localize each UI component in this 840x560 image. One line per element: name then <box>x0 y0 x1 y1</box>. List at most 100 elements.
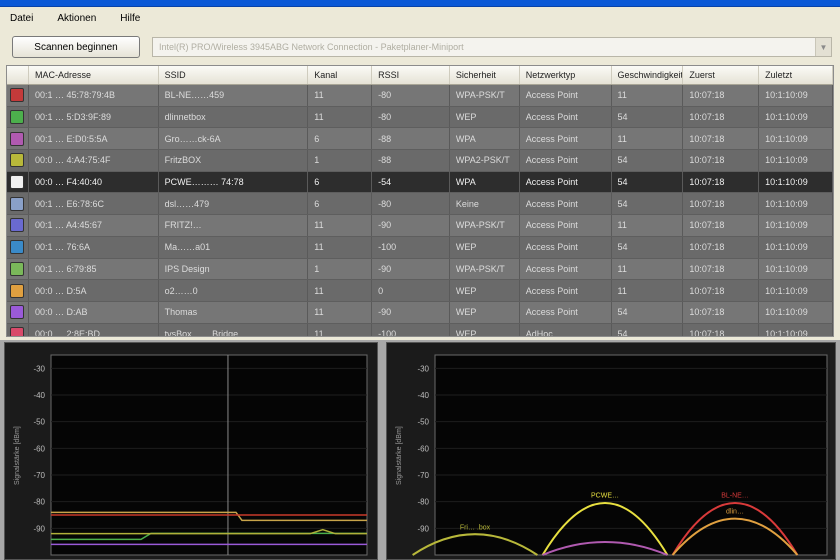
cell-security: WPA-PSK/T <box>450 85 520 106</box>
table-row[interactable]: 00:1 … A4:45:67 FRITZ!… 11 -90 WPA-PSK/T Acce… <box>7 215 833 237</box>
cell-network-type: Access Point <box>520 171 612 193</box>
window-titlebar <box>0 0 840 7</box>
start-scan-button[interactable]: Scannen beginnen <box>12 36 140 58</box>
table-row[interactable]: 00:1 … 76:6A Ma……a01 11 -100 WEP Access Point… <box>7 236 833 259</box>
chevron-down-icon[interactable]: ▼ <box>815 38 831 56</box>
header-security[interactable]: Sicherheit <box>450 66 520 84</box>
cell-security: WEP <box>450 280 520 301</box>
table-row[interactable]: 00:1 … 6:79:85 IPS Design 1 -90 WPA-PSK/T Acc… <box>7 258 833 281</box>
cell-ssid: Thomas <box>159 301 309 323</box>
header-ssid[interactable]: SSID <box>159 66 309 84</box>
table-row[interactable]: 00:0 … D:AB Thomas 11 -90 WEP Access Point 54 1… <box>7 301 833 324</box>
y-tick-label: -40 <box>417 391 429 400</box>
cell-rssi: -54 <box>372 171 450 193</box>
cell-last-seen: 10:1:10:09 <box>759 323 833 336</box>
cell-speed: 11 <box>612 258 684 280</box>
menu-help[interactable]: Hilfe <box>120 13 140 24</box>
network-color-icon <box>10 88 24 103</box>
cell-rssi: -80 <box>372 106 450 128</box>
cell-network-type: Access Point <box>520 128 612 150</box>
table-row[interactable]: 00:0 … 2:8E:BD tvsBox…… Bridge 11 -100 WEP Ad… <box>7 323 833 336</box>
cell-security: WPA-PSK/T <box>450 215 520 236</box>
network-label: Fri… .box <box>460 525 491 532</box>
header-last-seen[interactable]: Zuletzt <box>759 66 833 84</box>
cell-mac: 00:1 … 5:D3:9F:89 <box>29 106 159 128</box>
header-channel[interactable]: Kanal <box>308 66 373 84</box>
cell-network-type: Access Point <box>520 236 612 258</box>
adapter-select-value: Intel(R) PRO/Wireless 3945ABG Network Co… <box>159 42 464 52</box>
cell-speed: 11 <box>612 85 684 106</box>
cell-last-seen: 10:1:10:09 <box>759 106 833 128</box>
cell-speed: 54 <box>612 236 684 258</box>
header-first-seen[interactable]: Zuerst <box>683 66 760 84</box>
cell-first-seen: 10:07:18 <box>683 193 760 215</box>
cell-network-type: Access Point <box>520 215 612 236</box>
cell-speed: 54 <box>612 171 684 193</box>
cell-speed: 54 <box>612 323 684 336</box>
row-color-cell <box>7 236 29 258</box>
header-color-column[interactable] <box>7 66 29 84</box>
channel-chart: Signalstärke [dBm] -30 -40 -50 -60 -70 -80 -90 F… <box>386 342 836 560</box>
menubar: Datei Aktionen Hilfe <box>0 7 840 29</box>
table-row[interactable]: 00:1 … 45:78:79:4B BL-NE……459 11 -80 WPA-PSK… <box>7 85 833 107</box>
cell-security: WEP <box>450 323 520 336</box>
table-row[interactable]: 00:1 … 5:D3:9F:89 dlinnetbox 11 -80 WEP Acces… <box>7 106 833 129</box>
cell-mac: 00:1 … A4:45:67 <box>29 215 159 236</box>
cell-security: WEP <box>450 301 520 323</box>
table-row[interactable]: 00:1 … E6:78:6C dsl……479 6 -80 Keine Access P… <box>7 193 833 216</box>
network-color-icon <box>10 240 24 255</box>
y-tick-label: -80 <box>417 498 429 507</box>
y-tick-label: -50 <box>417 418 429 427</box>
header-rssi[interactable]: RSSI <box>372 66 450 84</box>
cell-ssid: Gro……ck-6A <box>159 128 309 150</box>
row-color-cell <box>7 215 29 236</box>
network-color-icon <box>10 261 24 276</box>
table-header: MAC-Adresse SSID Kanal RSSI Sicherheit N… <box>7 66 833 85</box>
cell-last-seen: 10:1:10:09 <box>759 258 833 280</box>
cell-network-type: Access Point <box>520 258 612 280</box>
cell-security: WPA2-PSK/T <box>450 150 520 171</box>
network-color-icon <box>10 175 24 190</box>
row-color-cell <box>7 280 29 301</box>
adapter-select[interactable]: Intel(R) PRO/Wireless 3945ABG Network Co… <box>152 37 832 57</box>
cell-mac: 00:1 … E:D0:5:5A <box>29 128 159 150</box>
cell-ssid: dsl……479 <box>159 193 309 215</box>
cell-speed: 54 <box>612 150 684 171</box>
cell-channel: 11 <box>308 106 373 128</box>
y-tick-label: -30 <box>417 364 429 373</box>
plot-area <box>50 354 368 556</box>
cell-rssi: -90 <box>372 258 450 280</box>
cell-channel: 11 <box>308 85 373 106</box>
table-row[interactable]: 00:0 … F4:40:40 PCWE……… 74:78 6 -54 WPA Acces… <box>7 171 833 194</box>
cell-first-seen: 10:07:18 <box>683 236 760 258</box>
header-speed[interactable]: Geschwindigkeit <box>612 66 684 84</box>
y-axis-title: Signalstärke [dBm] <box>14 426 21 485</box>
header-mac[interactable]: MAC-Adresse <box>29 66 159 84</box>
cell-ssid: BL-NE……459 <box>159 85 309 106</box>
menu-actions[interactable]: Aktionen <box>57 13 96 24</box>
cell-network-type: Access Point <box>520 150 612 171</box>
cell-first-seen: 10:07:18 <box>683 171 760 193</box>
menu-file[interactable]: Datei <box>10 13 33 24</box>
table-row[interactable]: 00:0 … 4:A4:75:4F FritzBOX 1 -88 WPA2-PSK/T A… <box>7 150 833 172</box>
cell-first-seen: 10:07:18 <box>683 280 760 301</box>
cell-channel: 11 <box>308 301 373 323</box>
cell-speed: 54 <box>612 193 684 215</box>
cell-speed: 54 <box>612 106 684 128</box>
table-row[interactable]: 00:0 … D:5A o2……0 11 0 WEP Access Point 11 10:0… <box>7 280 833 302</box>
cell-ssid: Ma……a01 <box>159 236 309 258</box>
y-axis-title: Signalstärke [dBm] <box>396 426 403 485</box>
y-tick-label: -40 <box>33 391 45 400</box>
cell-last-seen: 10:1:10:09 <box>759 193 833 215</box>
header-network-type[interactable]: Netzwerktyp <box>520 66 612 84</box>
table-row[interactable]: 00:1 … E:D0:5:5A Gro……ck-6A 6 -88 WPA Access … <box>7 128 833 151</box>
cell-channel: 6 <box>308 193 373 215</box>
network-color-icon <box>10 196 24 211</box>
cell-mac: 00:0 … D:AB <box>29 301 159 323</box>
y-tick-label: -70 <box>33 471 45 480</box>
cell-last-seen: 10:1:10:09 <box>759 128 833 150</box>
cell-ssid: IPS Design <box>159 258 309 280</box>
cell-mac: 00:0 … D:5A <box>29 280 159 301</box>
cell-channel: 6 <box>308 128 373 150</box>
row-color-cell <box>7 128 29 150</box>
